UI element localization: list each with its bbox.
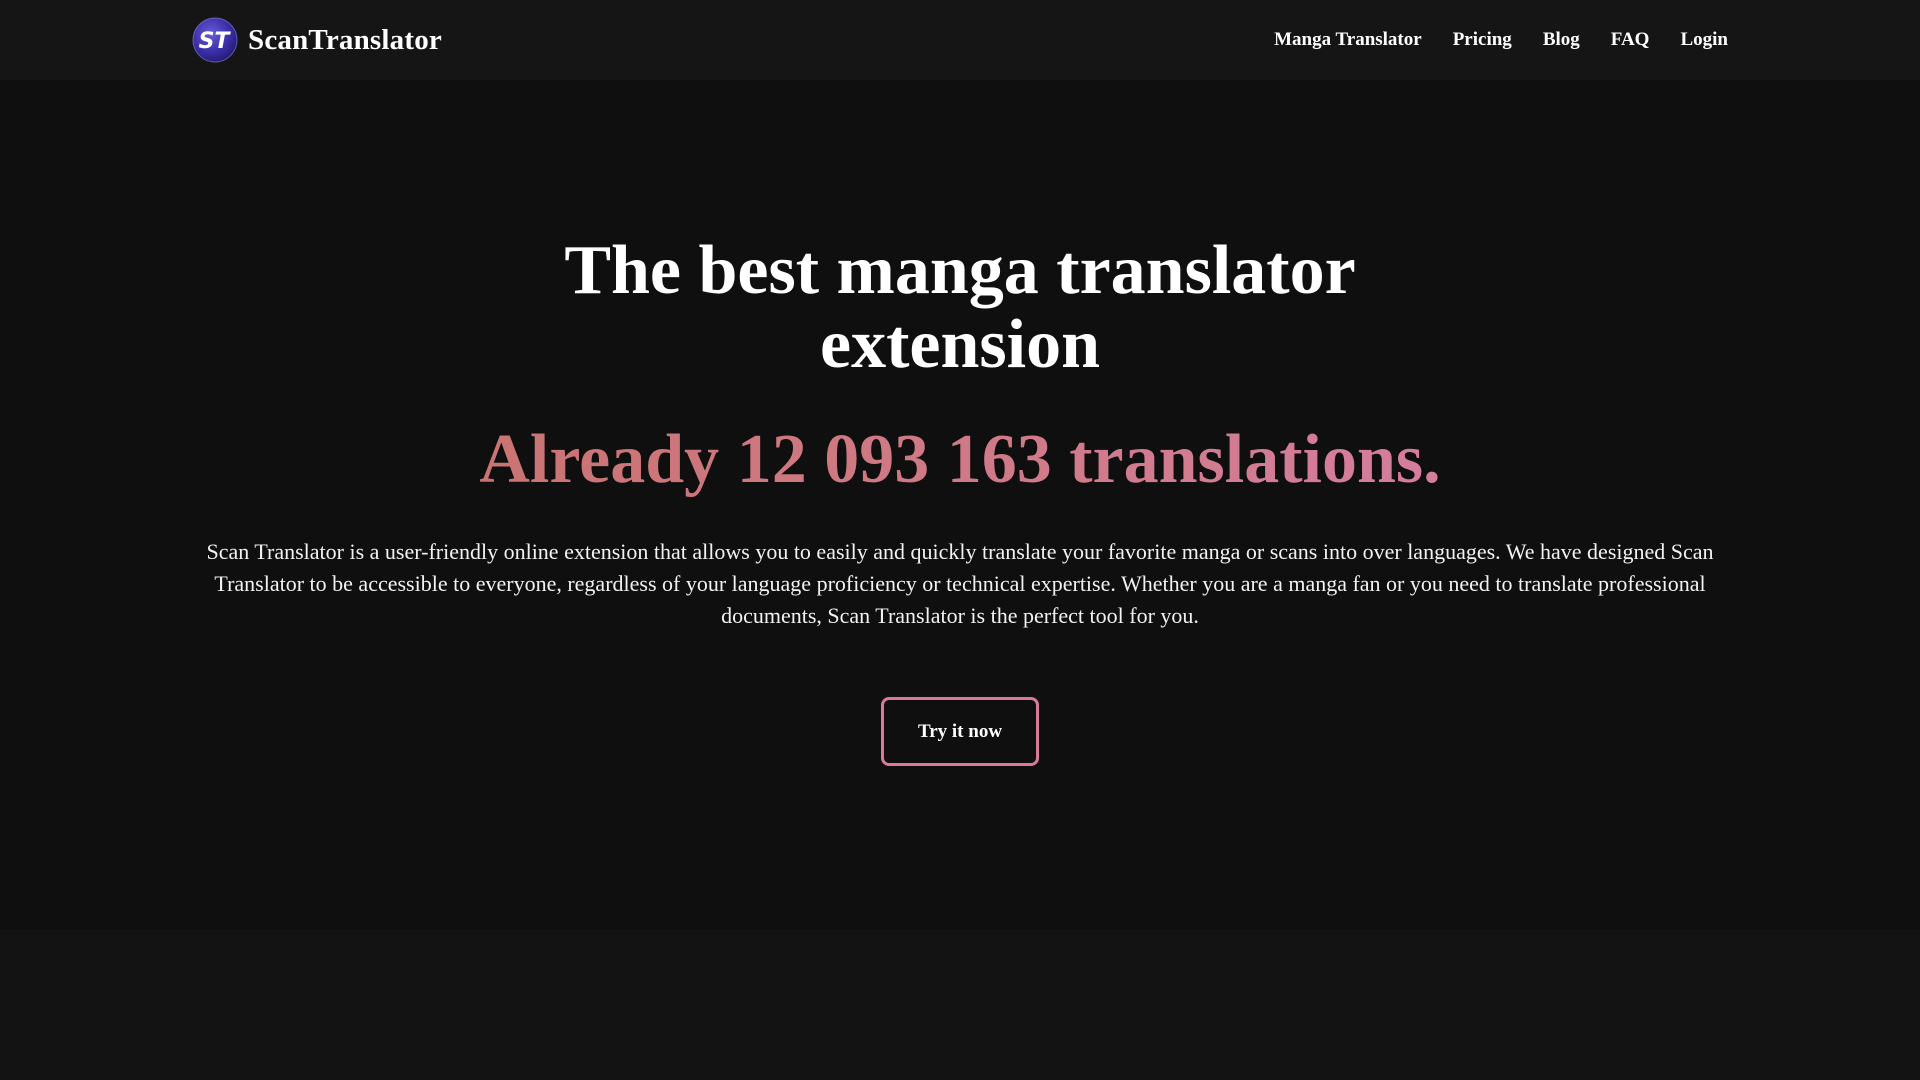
brand-home-link[interactable]: ST ScanTranslator xyxy=(192,16,442,64)
try-it-now-button[interactable]: Try it now xyxy=(881,697,1039,766)
counter-suffix: translations. xyxy=(1069,421,1441,498)
nav-link-faq[interactable]: FAQ xyxy=(1611,29,1650,51)
counter-value: 12 093 163 xyxy=(736,421,1052,498)
hero-title: The best manga translator extension xyxy=(564,232,1356,383)
site-header: ST ScanTranslator Manga Translator Prici… xyxy=(0,0,1920,80)
st-logo-icon: ST xyxy=(192,17,238,63)
nav-link-blog[interactable]: Blog xyxy=(1543,29,1580,51)
hero-section: The best manga translator extension Alre… xyxy=(0,80,1920,930)
nav-link-login[interactable]: Login xyxy=(1680,29,1728,51)
hero-description: Scan Translator is a user-friendly onlin… xyxy=(206,539,1714,628)
counter-prefix: Already xyxy=(479,421,720,498)
nav-link-manga-translator[interactable]: Manga Translator xyxy=(1274,29,1422,51)
bottom-section xyxy=(0,930,1920,1080)
svg-text:ST: ST xyxy=(199,29,232,54)
brand-name: ScanTranslator xyxy=(248,23,442,56)
page: ST ScanTranslator Manga Translator Prici… xyxy=(0,0,1920,1080)
translation-counter: Already 12 093 163 translations. xyxy=(260,418,1660,502)
nav-link-pricing[interactable]: Pricing xyxy=(1453,29,1512,51)
main-nav: Manga Translator Pricing Blog FAQ Login xyxy=(1274,0,1728,80)
